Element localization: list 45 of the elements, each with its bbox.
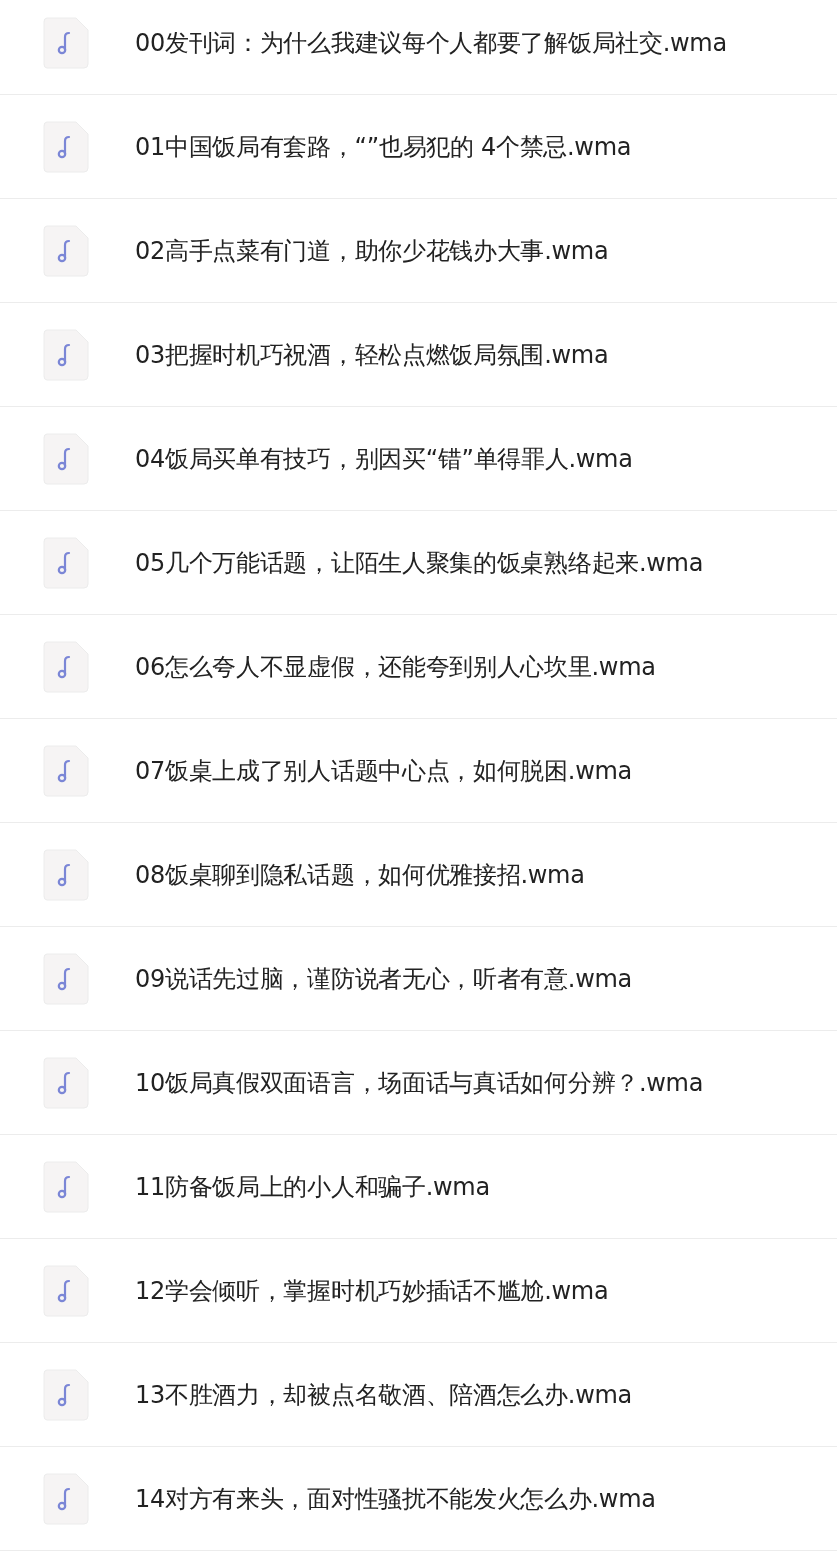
audio-file-icon <box>43 952 89 1005</box>
file-name: 14对方有来头，面对性骚扰不能发火怎么办.wma <box>135 1483 656 1515</box>
audio-file-icon <box>43 1160 89 1213</box>
file-row[interactable]: 06怎么夸人不显虚假，还能夸到别人心坎里.wma <box>0 615 837 719</box>
file-row[interactable]: 01中国饭局有套路，“”也易犯的 4个禁忌.wma <box>0 95 837 199</box>
audio-file-icon <box>43 224 89 277</box>
file-name: 03把握时机巧祝酒，轻松点燃饭局氛围.wma <box>135 339 609 371</box>
audio-file-icon <box>43 1264 89 1317</box>
audio-file-icon <box>43 536 89 589</box>
file-row[interactable]: 14对方有来头，面对性骚扰不能发火怎么办.wma <box>0 1447 837 1551</box>
audio-file-icon <box>43 1472 89 1525</box>
audio-file-icon <box>43 848 89 901</box>
file-row[interactable]: 03把握时机巧祝酒，轻松点燃饭局氛围.wma <box>0 303 837 407</box>
file-row[interactable]: 08饭桌聊到隐私话题，如何优雅接招.wma <box>0 823 837 927</box>
file-name: 12学会倾听，掌握时机巧妙插话不尴尬.wma <box>135 1275 609 1307</box>
audio-file-icon <box>43 328 89 381</box>
file-row[interactable]: 12学会倾听，掌握时机巧妙插话不尴尬.wma <box>0 1239 837 1343</box>
file-name: 08饭桌聊到隐私话题，如何优雅接招.wma <box>135 859 585 891</box>
file-row[interactable]: 05几个万能话题，让陌生人聚集的饭桌熟络起来.wma <box>0 511 837 615</box>
audio-file-icon <box>43 16 89 69</box>
file-name: 10饭局真假双面语言，场面话与真话如何分辨？.wma <box>135 1067 704 1099</box>
file-row[interactable]: 02高手点菜有门道，助你少花钱办大事.wma <box>0 199 837 303</box>
file-name: 00发刊词：为什么我建议每个人都要了解饭局社交.wma <box>135 27 727 59</box>
file-name: 06怎么夸人不显虚假，还能夸到别人心坎里.wma <box>135 651 656 683</box>
file-row[interactable]: 10饭局真假双面语言，场面话与真话如何分辨？.wma <box>0 1031 837 1135</box>
file-row[interactable]: 04饭局买单有技巧，别因买“错”单得罪人.wma <box>0 407 837 511</box>
file-row[interactable]: 13不胜酒力，却被点名敬酒、陪酒怎么办.wma <box>0 1343 837 1447</box>
audio-file-icon <box>43 744 89 797</box>
file-row[interactable]: 11防备饭局上的小人和骗子.wma <box>0 1135 837 1239</box>
audio-file-icon <box>43 640 89 693</box>
file-row[interactable]: 07饭桌上成了别人话题中心点，如何脱困.wma <box>0 719 837 823</box>
audio-file-icon <box>43 120 89 173</box>
file-name: 04饭局买单有技巧，别因买“错”单得罪人.wma <box>135 443 633 475</box>
file-name: 01中国饭局有套路，“”也易犯的 4个禁忌.wma <box>135 131 632 163</box>
audio-file-icon <box>43 1368 89 1421</box>
audio-file-icon <box>43 432 89 485</box>
file-name: 09说话先过脑，谨防说者无心，听者有意.wma <box>135 963 632 995</box>
file-name: 11防备饭局上的小人和骗子.wma <box>135 1171 490 1203</box>
file-row[interactable]: 00发刊词：为什么我建议每个人都要了解饭局社交.wma <box>0 0 837 95</box>
file-name: 13不胜酒力，却被点名敬酒、陪酒怎么办.wma <box>135 1379 632 1411</box>
file-row[interactable]: 09说话先过脑，谨防说者无心，听者有意.wma <box>0 927 837 1031</box>
file-name: 02高手点菜有门道，助你少花钱办大事.wma <box>135 235 609 267</box>
file-name: 07饭桌上成了别人话题中心点，如何脱困.wma <box>135 755 632 787</box>
file-name: 05几个万能话题，让陌生人聚集的饭桌熟络起来.wma <box>135 547 704 579</box>
audio-file-icon <box>43 1056 89 1109</box>
